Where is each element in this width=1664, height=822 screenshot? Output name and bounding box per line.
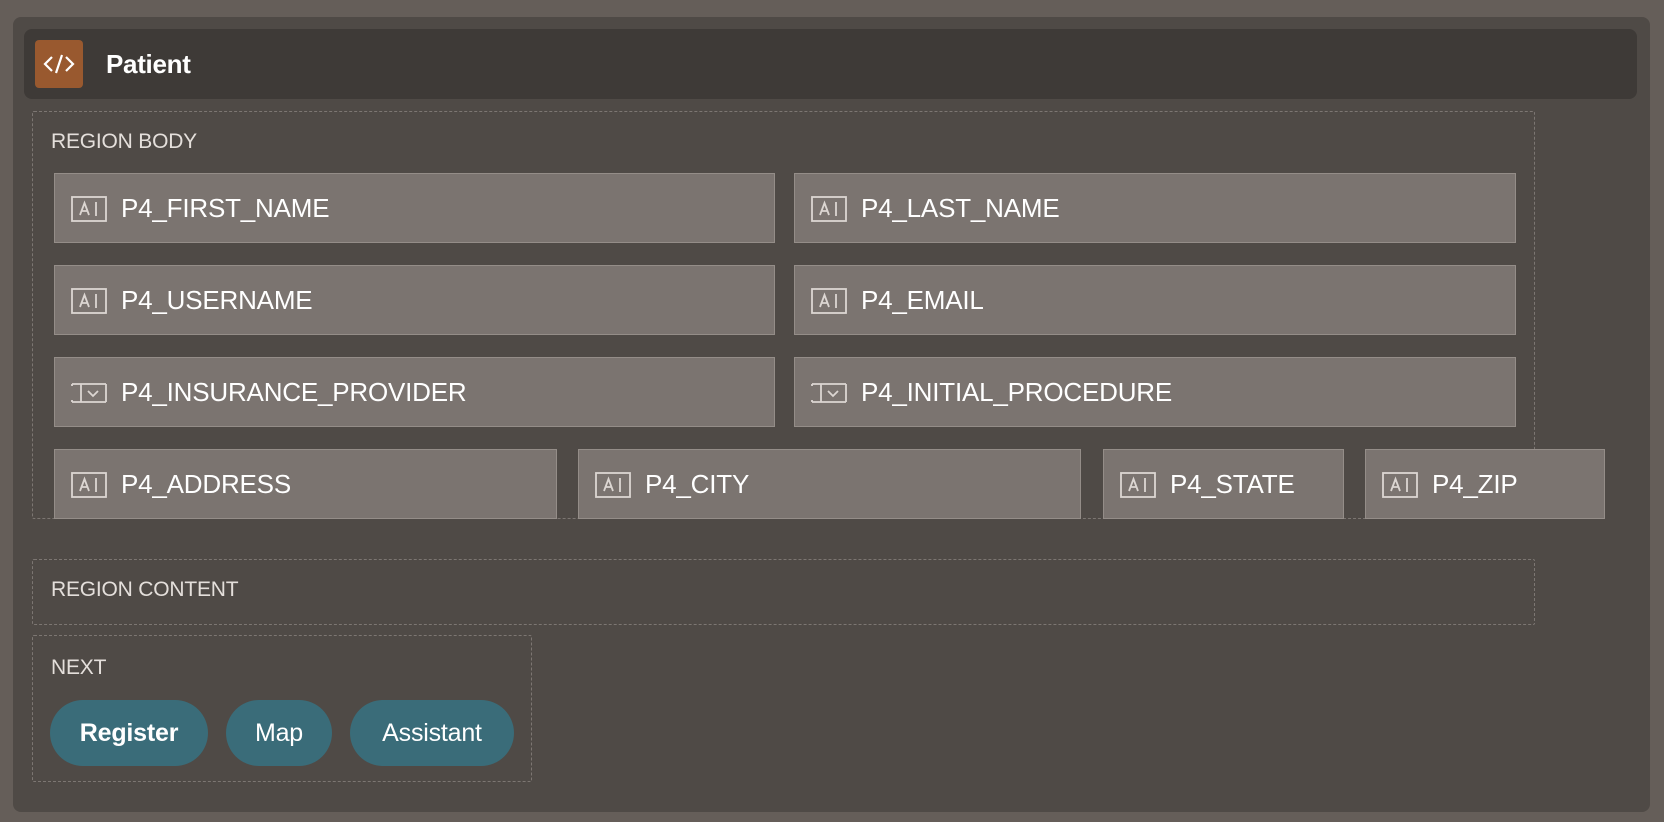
region-next: NEXT Register Map Assistant bbox=[32, 635, 532, 782]
register-button[interactable]: Register bbox=[50, 700, 208, 766]
patient-panel: Patient REGION BODY P4_FIRST_NAME P4_LAS… bbox=[13, 17, 1650, 812]
field-city[interactable]: P4_CITY bbox=[578, 449, 1081, 519]
field-initial-procedure[interactable]: P4_INITIAL_PROCEDURE bbox=[794, 357, 1516, 427]
region-content-label: REGION CONTENT bbox=[51, 578, 239, 601]
map-button[interactable]: Map bbox=[226, 700, 332, 766]
text-field-icon bbox=[71, 196, 107, 222]
region-body-label: REGION BODY bbox=[51, 130, 197, 153]
region-body: REGION BODY P4_FIRST_NAME P4_LAST_NAME P… bbox=[32, 111, 1605, 519]
field-email[interactable]: P4_EMAIL bbox=[794, 265, 1516, 335]
field-label: P4_USERNAME bbox=[121, 285, 313, 315]
text-field-icon bbox=[1382, 472, 1418, 498]
field-first-name[interactable]: P4_FIRST_NAME bbox=[54, 173, 775, 243]
page-title: Patient bbox=[106, 49, 191, 79]
field-label: P4_ADDRESS bbox=[121, 469, 291, 499]
field-label: P4_EMAIL bbox=[861, 285, 984, 315]
panel-header: Patient bbox=[24, 29, 1637, 99]
field-zip[interactable]: P4_ZIP bbox=[1365, 449, 1605, 519]
field-label: P4_INSURANCE_PROVIDER bbox=[121, 377, 467, 407]
field-label: P4_CITY bbox=[645, 469, 750, 499]
field-address[interactable]: P4_ADDRESS bbox=[54, 449, 557, 519]
field-label: P4_FIRST_NAME bbox=[121, 193, 330, 223]
field-insurance-provider[interactable]: P4_INSURANCE_PROVIDER bbox=[54, 357, 775, 427]
field-label: P4_INITIAL_PROCEDURE bbox=[861, 377, 1172, 407]
code-icon bbox=[35, 40, 83, 88]
field-label: P4_LAST_NAME bbox=[861, 193, 1060, 223]
select-list-icon bbox=[71, 383, 107, 403]
region-content: REGION CONTENT bbox=[32, 559, 1535, 625]
field-label: P4_ZIP bbox=[1432, 469, 1518, 499]
select-list-icon bbox=[811, 383, 847, 403]
text-field-icon bbox=[595, 472, 631, 498]
region-next-label: NEXT bbox=[51, 656, 107, 679]
assistant-button[interactable]: Assistant bbox=[350, 700, 514, 766]
text-field-icon bbox=[71, 472, 107, 498]
text-field-icon bbox=[1120, 472, 1156, 498]
text-field-icon bbox=[71, 288, 107, 314]
field-username[interactable]: P4_USERNAME bbox=[54, 265, 775, 335]
text-field-icon bbox=[811, 288, 847, 314]
field-state[interactable]: P4_STATE bbox=[1103, 449, 1344, 519]
field-last-name[interactable]: P4_LAST_NAME bbox=[794, 173, 1516, 243]
text-field-icon bbox=[811, 196, 847, 222]
field-label: P4_STATE bbox=[1170, 469, 1295, 499]
